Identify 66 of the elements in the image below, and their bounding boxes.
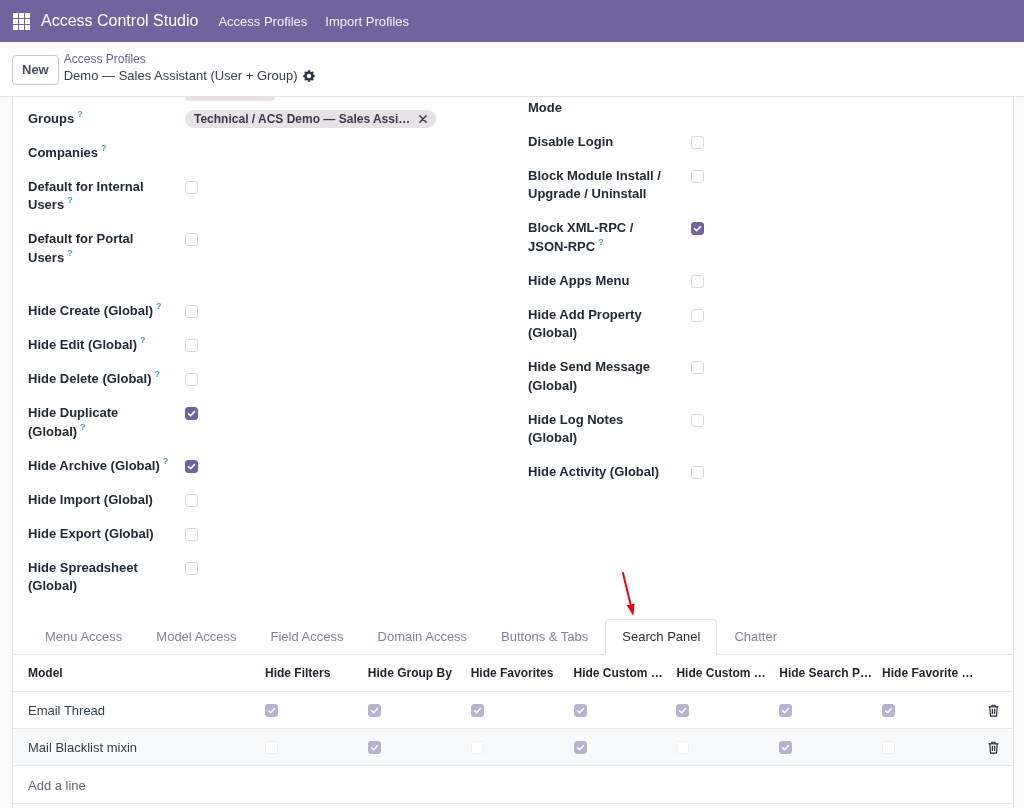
grid-icon[interactable] — [13, 12, 30, 30]
breadcrumb-link[interactable]: Access Profiles — [63, 50, 316, 67]
field-label: Hide Apps Menu — [528, 271, 630, 290]
column-header[interactable]: Hide Custom … — [562, 655, 666, 692]
tab[interactable]: Domain Access — [360, 619, 485, 655]
checkbox[interactable] — [185, 459, 198, 473]
close-icon[interactable] — [419, 114, 428, 123]
column-header[interactable]: Hide Custom … — [665, 655, 769, 692]
trash-icon[interactable] — [988, 740, 999, 754]
table-row[interactable]: Email Thread — [13, 691, 1013, 729]
field-label: Disable Login — [528, 132, 614, 151]
column-header[interactable]: Hide Group By — [356, 655, 460, 692]
tab[interactable]: Field Access — [253, 619, 361, 655]
checkbox[interactable] — [779, 740, 793, 754]
field-label: Hide Edit (Global) $^{?}$ — [28, 336, 146, 354]
tab[interactable]: Search Panel — [605, 619, 718, 655]
field-label: Block Module Install / Upgrade / Uninstall — [528, 166, 662, 203]
checkbox[interactable] — [367, 703, 381, 717]
checkbox[interactable] — [470, 703, 484, 717]
field-label: Hide Archive (Global) $^{?}$ — [28, 456, 169, 475]
field-label: Mode — [528, 98, 562, 117]
checkbox[interactable] — [573, 703, 587, 717]
tab[interactable]: Menu Access — [28, 619, 140, 655]
field-label: Block XML-RPC / JSON-RPC $^{?}$ — [528, 219, 635, 256]
checkbox[interactable] — [779, 703, 793, 717]
menu-item[interactable]: Import Profiles — [325, 13, 410, 29]
table-cell: Email Thread — [13, 691, 254, 729]
menu-item[interactable]: Access Profiles — [218, 13, 308, 29]
field-label: Hide Log Notes (Global) — [528, 410, 625, 447]
field-label: Default for Portal Users $^{?}$ — [28, 230, 135, 267]
add-line-link[interactable]: Add a line — [28, 777, 86, 793]
table-row[interactable]: Mail Blacklist mixin — [13, 728, 1013, 766]
field-label: Hide Export (Global) — [28, 524, 154, 543]
trash-icon[interactable] — [988, 703, 999, 717]
tag-label: Technical / ACS Demo — Sales Assi… — [194, 110, 411, 128]
field-label: Hide Duplicate (Global) $^{?}$ — [28, 404, 120, 441]
column-header[interactable]: Model — [13, 655, 254, 692]
checkbox[interactable] — [265, 703, 278, 717]
field-label: Companies $^{?}$ — [28, 143, 107, 162]
app-title[interactable]: Access Control Studio — [41, 12, 199, 30]
column-header[interactable]: Hide Favorite … — [871, 655, 974, 692]
checkbox[interactable] — [367, 740, 381, 754]
checkbox[interactable] — [882, 703, 896, 717]
column-header[interactable]: Hide Favorites — [459, 655, 563, 692]
field-label: Groups $^{?}$ — [28, 109, 83, 128]
field-label: Hide Add Property (Global) — [528, 305, 643, 342]
settings-icon[interactable] — [303, 69, 316, 82]
checkbox[interactable] — [185, 407, 198, 420]
field-label: Hide Delete (Global) $^{?}$ — [28, 370, 161, 388]
tab[interactable]: Model Access — [139, 619, 254, 655]
column-header[interactable]: Hide Search P… — [768, 655, 872, 692]
field-label: Hide Spreadsheet (Global) — [28, 558, 139, 595]
field-label: Default for Internal Users $^{?}$ — [28, 177, 145, 214]
new-button[interactable]: New — [12, 54, 59, 85]
table-cell: Mail Blacklist mixin — [13, 728, 254, 766]
record-title: Demo — Sales Assistant (User + Group) — [63, 66, 298, 85]
field-label: Hide Import (Global) — [28, 490, 153, 509]
field-label: Hide Create (Global) $^{?}$ — [28, 302, 162, 320]
field-label: Hide Send Message (Global) — [528, 358, 652, 395]
tab[interactable]: Chatter — [717, 619, 795, 655]
checkbox[interactable] — [676, 703, 690, 717]
column-header[interactable]: Hide Filters — [254, 655, 357, 692]
checkbox[interactable] — [691, 222, 704, 235]
field-label: Hide Activity (Global) — [528, 463, 659, 481]
checkbox[interactable] — [573, 740, 587, 754]
tab[interactable]: Buttons & Tabs — [484, 619, 606, 655]
